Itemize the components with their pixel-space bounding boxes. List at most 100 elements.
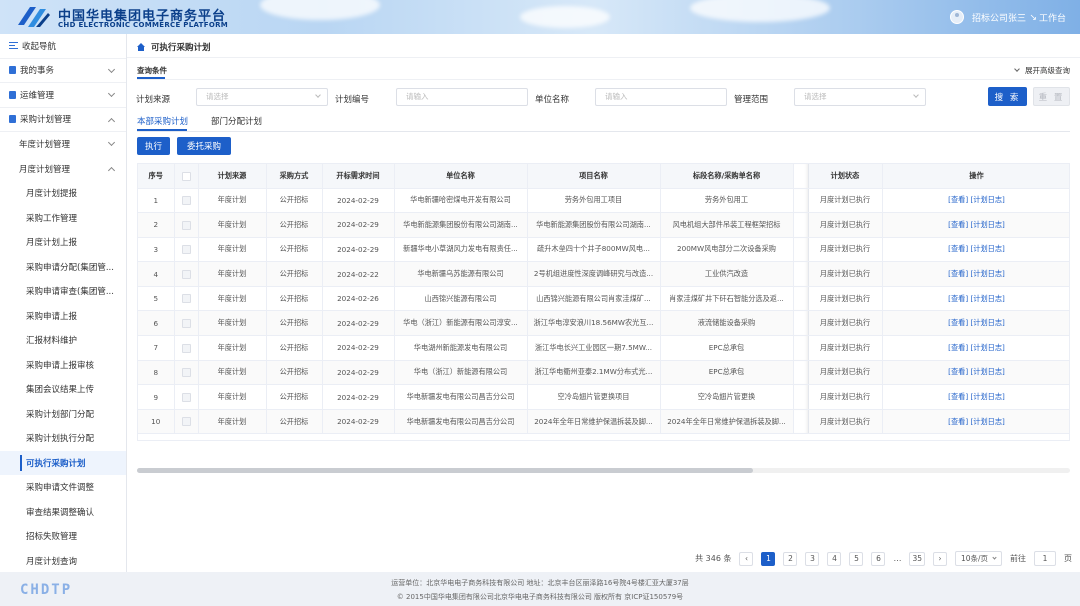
cell-unit: 华电（浙江）新能源有限公司淳安... <box>394 310 528 337</box>
sidebar-item[interactable]: 采购申请上报 <box>0 304 126 329</box>
row-checkbox[interactable] <box>181 343 191 353</box>
cell-section: 200MW风电部分二次设备采购 <box>660 237 794 263</box>
plan-log-link[interactable]: [计划日志] <box>970 244 1004 253</box>
footer-copyright-line: © 2015中国华电集团有限公司北京华电电子商务科技有限公司 版权所有 京ICP… <box>396 593 684 601</box>
advanced-query-toggle[interactable]: 展开高级查询 <box>1014 65 1070 76</box>
cell-status: 月度计划已执行 <box>808 310 883 337</box>
view-link[interactable]: [查看] <box>948 367 968 376</box>
chevron-down-icon <box>992 555 997 560</box>
sidebar-item[interactable]: 采购计划部门分配 <box>0 402 126 427</box>
plan-log-link[interactable]: [计划日志] <box>970 367 1004 376</box>
sidebar-item[interactable]: 集团会议结果上传 <box>0 377 126 402</box>
cell-project: 浙江华电长兴工业园区一期7.5MW... <box>527 335 661 361</box>
page-ellipsis[interactable]: … <box>893 554 901 563</box>
page-button-3[interactable]: 3 <box>805 551 820 566</box>
unit-name-input[interactable]: 请输入 <box>595 88 727 106</box>
next-page-button[interactable]: › <box>933 551 947 566</box>
row-checkbox[interactable] <box>181 417 191 427</box>
home-icon[interactable] <box>137 43 145 51</box>
row-checkbox[interactable] <box>181 368 191 378</box>
column-header: 项目名称 <box>527 164 661 189</box>
sidebar-item[interactable]: 采购申请上报审核 <box>0 353 126 378</box>
row-checkbox[interactable] <box>181 220 191 230</box>
cell-source: 年度计划 <box>198 261 267 287</box>
page-button-last[interactable]: 35 <box>909 551 925 566</box>
sidebar-item[interactable]: 审查结果调整确认 <box>0 500 126 525</box>
row-checkbox[interactable] <box>181 392 191 402</box>
sidebar-section-procurement-plan[interactable]: 采购计划管理 <box>0 108 126 132</box>
view-link[interactable]: [查看] <box>948 417 968 426</box>
view-link[interactable]: [查看] <box>948 195 968 204</box>
plan-no-input[interactable]: 请输入 <box>396 88 528 106</box>
cell-section: EPC总承包 <box>660 360 794 386</box>
plan-log-link[interactable]: [计划日志] <box>970 269 1004 278</box>
sidebar-item[interactable]: 采购申请分配(集团管... <box>0 255 126 280</box>
scrollbar-thumb[interactable] <box>137 468 753 473</box>
view-link[interactable]: [查看] <box>948 392 968 401</box>
page-button-6[interactable]: 6 <box>871 551 886 566</box>
plan-log-link[interactable]: [计划日志] <box>970 392 1004 401</box>
entrust-button[interactable]: 委托采购 <box>177 137 231 155</box>
horizontal-scrollbar[interactable] <box>137 466 1070 474</box>
plan-source-select[interactable]: 请选择 <box>196 88 328 106</box>
page-button-4[interactable]: 4 <box>827 551 842 566</box>
row-checkbox[interactable] <box>181 196 191 206</box>
page-button-1[interactable]: 1 <box>761 551 776 566</box>
row-checkbox[interactable] <box>181 269 191 279</box>
select-all-checkbox[interactable] <box>181 171 191 181</box>
total-count: 共 346 条 <box>695 554 732 563</box>
page-button-2[interactable]: 2 <box>783 551 798 566</box>
sidebar-item[interactable]: 月度计划查询 <box>0 549 126 573</box>
page-button-5[interactable]: 5 <box>849 551 864 566</box>
sidebar-group-monthly[interactable]: 月度计划管理 <box>0 157 126 182</box>
plan-log-link[interactable]: [计划日志] <box>970 343 1004 352</box>
cell-date: 2024-02-29 <box>322 409 395 435</box>
prev-page-button[interactable]: ‹ <box>739 551 754 566</box>
execute-button[interactable]: 执行 <box>137 137 170 155</box>
cell-gap <box>793 237 809 263</box>
sidebar-section-ops[interactable]: 运维管理 <box>0 83 126 108</box>
plan-log-link[interactable]: [计划日志] <box>970 318 1004 327</box>
column-header: 标段名称/采购单名称 <box>660 164 794 189</box>
row-checkbox[interactable] <box>181 245 191 255</box>
view-link[interactable]: [查看] <box>948 343 968 352</box>
sidebar-item-executable-plan[interactable]: 可执行采购计划 <box>0 450 126 475</box>
sidebar-section-my-affairs[interactable]: 我的事务 <box>0 59 126 83</box>
row-checkbox[interactable] <box>181 294 191 304</box>
sidebar-item[interactable]: 采购工作管理 <box>0 206 126 231</box>
sidebar-item[interactable]: 月度计划提报 <box>0 181 126 206</box>
view-link[interactable]: [查看] <box>948 220 968 229</box>
tab-dept-plan[interactable]: 部门分配计划 <box>211 115 262 127</box>
view-link[interactable]: [查看] <box>948 318 968 327</box>
plan-log-link[interactable]: [计划日志] <box>970 220 1004 229</box>
goto-page-input[interactable]: 1 <box>1034 551 1056 566</box>
plan-log-link[interactable]: [计划日志] <box>970 417 1004 426</box>
row-checkbox[interactable] <box>181 319 191 329</box>
sidebar-item[interactable]: 月度计划上报 <box>0 230 126 255</box>
cell-unit: 华电新疆发电有限公司昌吉分公司 <box>394 409 528 435</box>
reset-button[interactable]: 重 置 <box>1033 87 1070 106</box>
sidebar-item[interactable]: 招标失败管理 <box>0 524 126 549</box>
cell-method: 公开招标 <box>266 261 323 287</box>
search-button[interactable]: 搜 索 <box>988 87 1027 106</box>
page-size-select[interactable]: 10条/页 <box>955 551 1002 566</box>
cell-method: 公开招标 <box>266 409 323 435</box>
plan-log-link[interactable]: [计划日志] <box>970 195 1004 204</box>
field-label-plan-no: 计划编号 <box>335 95 370 105</box>
sidebar-item[interactable]: 采购计划执行分配 <box>0 426 126 451</box>
sidebar-item[interactable]: 汇报材料维护 <box>0 328 126 353</box>
plan-log-link[interactable]: [计划日志] <box>970 294 1004 303</box>
cell-actions: [查看] [计划日志] <box>882 335 1069 361</box>
cell-status: 月度计划已执行 <box>808 360 883 386</box>
view-link[interactable]: [查看] <box>948 269 968 278</box>
view-link[interactable]: [查看] <box>948 294 968 303</box>
sidebar-collapse-button[interactable]: 收起导航 <box>0 34 126 59</box>
view-link[interactable]: [查看] <box>948 244 968 253</box>
scope-select[interactable]: 请选择 <box>794 88 926 106</box>
sidebar-item[interactable]: 采购申请文件调整 <box>0 475 126 500</box>
user-menu[interactable]: 招标公司张三 <box>949 10 1026 24</box>
workbench-button[interactable]: ↘ 工作台 <box>1029 11 1066 25</box>
tab-own-plan[interactable]: 本部采购计划 <box>137 115 188 127</box>
sidebar-item[interactable]: 采购申请审查(集团管... <box>0 279 126 304</box>
sidebar-group-annual[interactable]: 年度计划管理 <box>0 132 126 157</box>
